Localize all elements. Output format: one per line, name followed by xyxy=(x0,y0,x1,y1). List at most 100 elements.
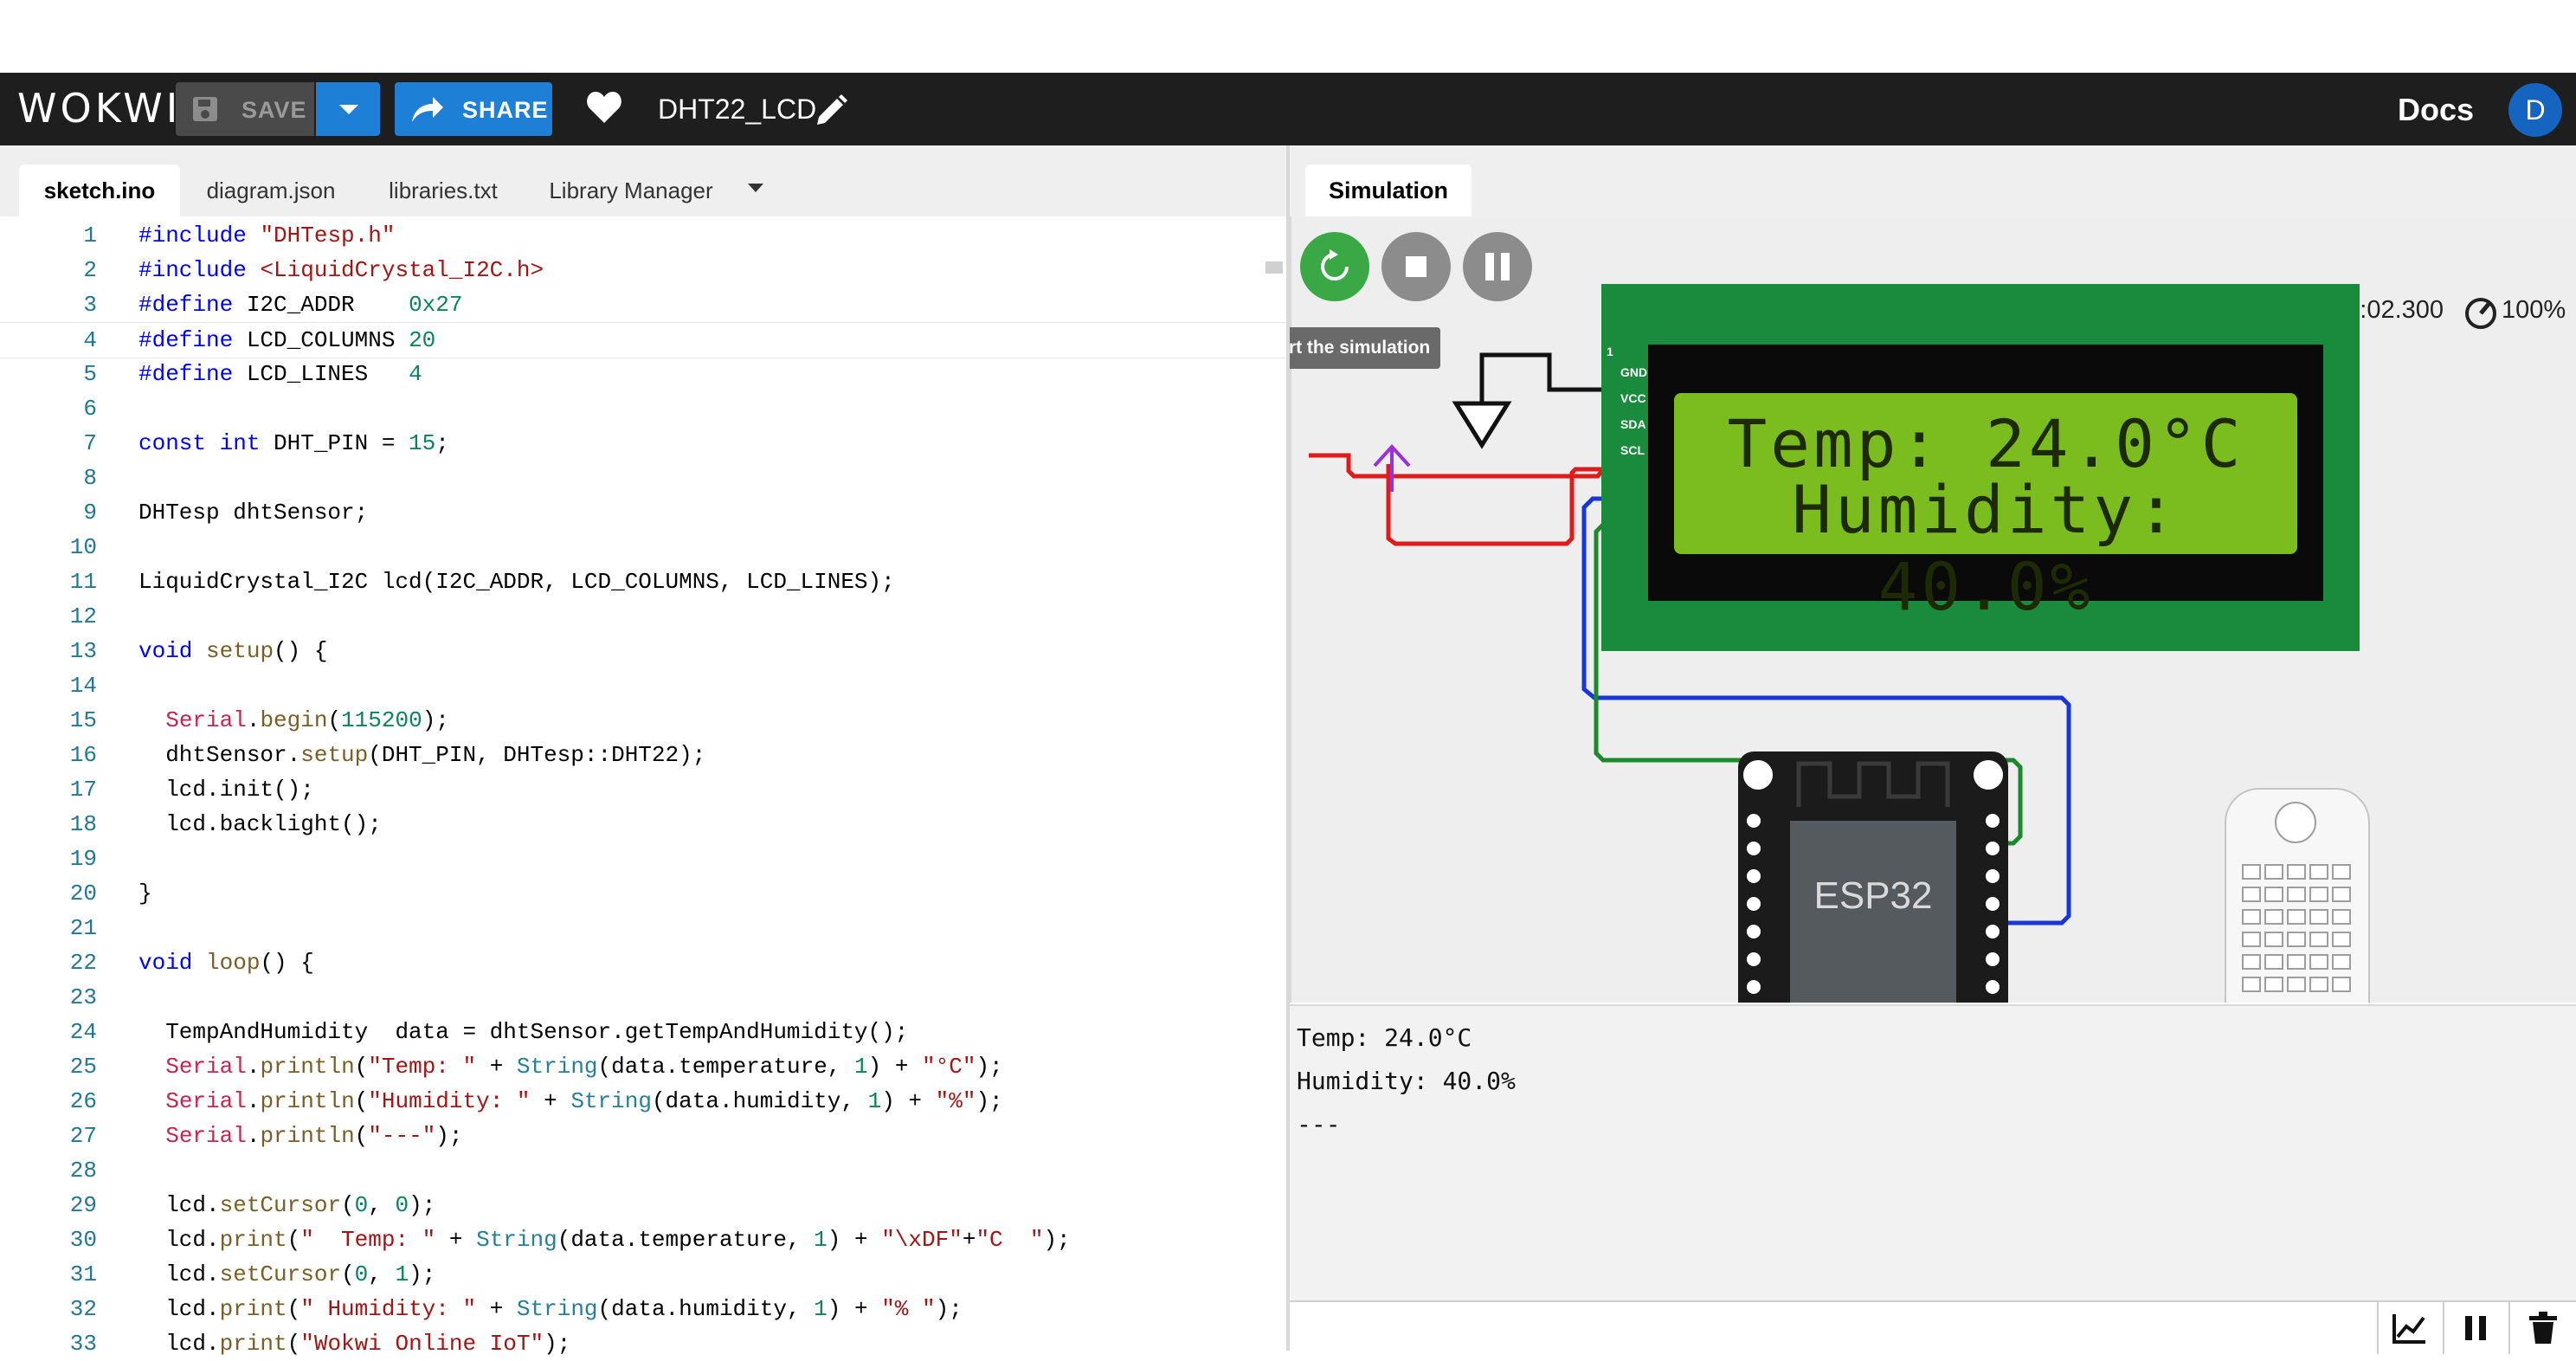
lcd-pin-label: GND xyxy=(1620,365,1648,379)
code-line: 2 #include <LiquidCrystal_I2C.h> xyxy=(83,257,544,283)
esp32-pin[interactable] xyxy=(1986,814,2000,828)
code-line: 19 xyxy=(69,846,97,872)
esp32-pin[interactable] xyxy=(1747,842,1761,855)
editor-tab-bar: sketch.ino diagram.json libraries.txt Li… xyxy=(0,145,1286,216)
code-line: 5 #define LCD_LINES 4 xyxy=(83,361,422,387)
save-options-dropdown[interactable] xyxy=(316,82,380,136)
lcd-pin-label: 1 xyxy=(1607,345,1613,358)
user-avatar[interactable]: D xyxy=(2508,83,2562,137)
code-line: 14 xyxy=(69,673,97,699)
editor-scrollbar[interactable] xyxy=(1265,261,1283,274)
code-line: 17 lcd.init(); xyxy=(69,777,314,803)
pencil-icon[interactable] xyxy=(814,94,848,128)
esp32-pin[interactable] xyxy=(1986,980,2000,994)
code-line: 12 xyxy=(69,603,97,629)
tab-simulation[interactable]: Simulation xyxy=(1305,164,1472,216)
tab-sketch-ino[interactable]: sketch.ino xyxy=(19,164,180,216)
mounting-hole xyxy=(1974,760,2003,790)
serial-clear-button[interactable] xyxy=(2508,1300,2576,1354)
esp32-pin[interactable] xyxy=(1986,952,2000,966)
esp32-pin[interactable] xyxy=(1747,980,1761,994)
save-label: SAVE xyxy=(242,97,307,123)
esp32-board[interactable]: ESP32 xyxy=(1738,751,2008,1003)
project-name[interactable]: DHT22_LCD xyxy=(658,94,816,126)
mounting-hole xyxy=(1743,760,1773,790)
lcd-pin-label: SCL xyxy=(1620,443,1645,457)
code-line: 28 xyxy=(69,1158,97,1184)
code-line: 22 void loop() { xyxy=(69,950,314,976)
lcd-screen: Temp: 24.0°C Humidity: 40.0% xyxy=(1674,393,2297,625)
code-line: 8 xyxy=(83,465,97,491)
esp32-pin[interactable] xyxy=(1986,897,2000,911)
code-line: 20} xyxy=(69,880,152,906)
serial-output-line: Temp: 24.0°C xyxy=(1297,1023,1472,1052)
share-button[interactable]: SHARE xyxy=(395,82,552,136)
code-line: 23 xyxy=(69,984,97,1010)
docs-link[interactable]: Docs xyxy=(2398,92,2474,128)
simulation-pane: Simulation 00:02.300 100% 1 GND VCC SDA … xyxy=(1290,145,2576,1354)
heart-icon[interactable] xyxy=(585,88,623,125)
code-line: 31 lcd.setCursor(0, 1); xyxy=(69,1261,436,1287)
trash-icon xyxy=(2529,1312,2557,1344)
tab-libraries-txt[interactable]: libraries.txt xyxy=(367,164,519,216)
save-icon xyxy=(193,97,217,121)
dht22-mounting-hole xyxy=(2275,802,2316,843)
code-line: 29 lcd.setCursor(0, 0); xyxy=(69,1192,436,1218)
code-line: 7 const int DHT_PIN = 15; xyxy=(83,430,449,456)
serial-pause-button[interactable] xyxy=(2443,1300,2508,1354)
simulation-canvas[interactable]: 00:02.300 100% 1 GND VCC SDA SCL Temp: 2… xyxy=(1290,216,2576,1003)
serial-monitor: Temp: 24.0°C Humidity: 40.0% --- xyxy=(1290,1004,2576,1354)
code-line: 18 lcd.backlight(); xyxy=(69,811,382,837)
serial-input[interactable] xyxy=(1290,1300,2377,1352)
esp32-pin[interactable] xyxy=(1747,925,1761,939)
esp32-pin[interactable] xyxy=(1986,925,2000,939)
serial-output-line: --- xyxy=(1297,1110,1341,1138)
serial-output-line: Humidity: 40.0% xyxy=(1297,1067,1516,1095)
tab-library-manager[interactable]: Library Manager xyxy=(537,164,725,216)
restart-icon xyxy=(1321,249,1349,281)
pause-simulation-button[interactable] xyxy=(1463,232,1532,301)
code-line: 1 #include "DHTesp.h" xyxy=(83,223,396,248)
code-line: 9 DHTesp dhtSensor; xyxy=(83,500,369,526)
pause-icon xyxy=(1485,253,1494,281)
stop-icon xyxy=(1406,256,1426,277)
wokwi-logo[interactable]: WOKWI xyxy=(17,85,181,132)
code-line: 13 void setup() { xyxy=(69,638,328,664)
code-line: 32 lcd.print(" Humidity: " + String(data… xyxy=(69,1296,963,1322)
code-line: 30 lcd.print(" Temp: " + String(data.tem… xyxy=(69,1227,1071,1253)
code-line: 33 lcd.print("Wokwi Online IoT"); xyxy=(69,1331,571,1357)
dht22-sensor[interactable] xyxy=(2225,788,2370,1003)
lcd-pin-label: VCC xyxy=(1620,391,1646,405)
tabs-menu-chevron-icon[interactable] xyxy=(748,184,763,192)
restart-tooltip: Restart the simulation xyxy=(1290,327,1440,369)
share-label: SHARE xyxy=(462,97,549,123)
save-button[interactable]: SAVE xyxy=(176,82,314,136)
stop-simulation-button[interactable] xyxy=(1381,232,1451,301)
lcd-line-2: Humidity: 40.0% xyxy=(1792,471,2180,625)
esp32-chip: ESP32 xyxy=(1790,821,1956,1003)
code-line: 25 Serial.println("Temp: " + String(data… xyxy=(69,1054,1003,1080)
esp32-label: ESP32 xyxy=(1813,874,1933,917)
code-line: 6 xyxy=(83,396,97,422)
code-line: 24 TempAndHumidity data = dhtSensor.getT… xyxy=(69,1019,909,1045)
serial-plotter-button[interactable] xyxy=(2377,1300,2443,1354)
code-line: 27 Serial.println("---"); xyxy=(69,1123,463,1149)
esp32-pin[interactable] xyxy=(1986,869,2000,883)
chart-icon xyxy=(2392,1314,2425,1344)
esp32-pin[interactable] xyxy=(1986,842,2000,855)
esp32-pin[interactable] xyxy=(1747,869,1761,883)
code-editor-pane: sketch.ino diagram.json libraries.txt Li… xyxy=(0,145,1286,1357)
esp32-pin[interactable] xyxy=(1747,814,1761,828)
pause-icon xyxy=(2465,1316,2472,1340)
code-line: 26 Serial.println("Humidity: " + String(… xyxy=(69,1088,1003,1114)
esp32-pin[interactable] xyxy=(1747,897,1761,911)
code-line: 21 xyxy=(69,915,97,941)
code-line: 3 #define I2C_ADDR 0x27 xyxy=(83,292,463,318)
code-line-current: 4 #define LCD_COLUMNS 20 xyxy=(0,322,1286,358)
restart-simulation-button[interactable] xyxy=(1300,232,1369,301)
code-line: 15 Serial.begin(115200); xyxy=(69,707,449,733)
tab-diagram-json[interactable]: diagram.json xyxy=(190,164,351,216)
share-icon xyxy=(412,97,443,122)
esp32-pin[interactable] xyxy=(1747,952,1761,966)
top-toolbar: WOKWI SAVE SHARE DHT22_LCD Docs D xyxy=(0,73,2576,145)
